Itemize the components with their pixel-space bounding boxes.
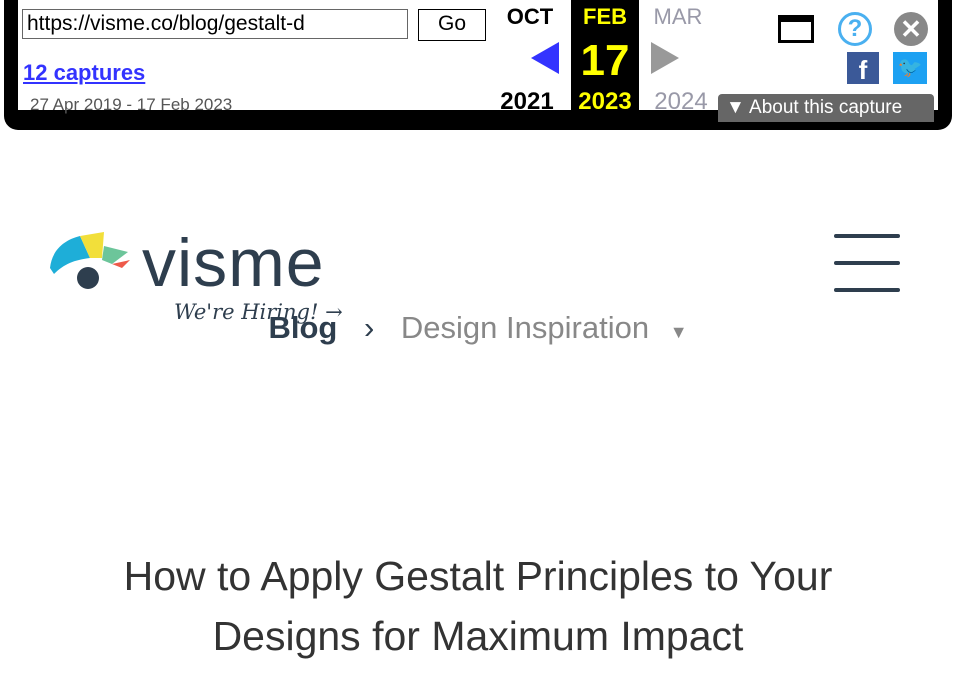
prev-year[interactable]: 2021 xyxy=(494,88,560,116)
prev-capture-arrow-icon[interactable] xyxy=(531,42,559,74)
next-month[interactable]: MAR xyxy=(645,4,711,30)
capture-range: 27 Apr 2019 - 17 Feb 2023 xyxy=(30,95,233,114)
go-button[interactable]: Go xyxy=(418,9,486,41)
triangle-down-icon: ▼ xyxy=(726,97,750,118)
current-month: FEB xyxy=(583,4,627,29)
current-day: 17 xyxy=(580,36,630,85)
next-year[interactable]: 2024 xyxy=(648,88,714,116)
logo-mark-icon xyxy=(50,232,130,289)
caret-down-icon[interactable]: ▼ xyxy=(670,322,688,342)
help-icon[interactable]: ? xyxy=(838,12,872,46)
facebook-icon[interactable]: f xyxy=(847,52,879,85)
twitter-icon[interactable]: 🐦 xyxy=(893,52,927,84)
breadcrumb-category[interactable]: Design Inspiration xyxy=(401,310,649,345)
breadcrumb: Blog › Design Inspiration ▼ xyxy=(0,310,956,346)
close-icon[interactable]: ✕ xyxy=(894,12,928,46)
chevron-right-icon: › xyxy=(363,310,375,345)
about-label: About this capture xyxy=(749,97,903,118)
current-year: 2023 xyxy=(578,88,632,115)
window-icon[interactable] xyxy=(778,15,814,43)
captures-link[interactable]: 12 captures xyxy=(23,60,145,86)
logo-text: visme xyxy=(142,225,325,301)
next-capture-arrow-icon[interactable] xyxy=(651,42,679,74)
url-input[interactable]: https://visme.co/blog/gestalt-d xyxy=(22,9,408,39)
article-title: How to Apply Gestalt Principles to Your … xyxy=(123,553,833,659)
breadcrumb-blog[interactable]: Blog xyxy=(268,310,337,345)
visme-logo[interactable]: visme We're Hiring! → xyxy=(44,225,343,324)
about-capture-button[interactable]: ▼ About this capture xyxy=(718,94,934,122)
prev-month[interactable]: OCT xyxy=(497,4,563,30)
hamburger-menu-icon[interactable] xyxy=(834,234,900,292)
